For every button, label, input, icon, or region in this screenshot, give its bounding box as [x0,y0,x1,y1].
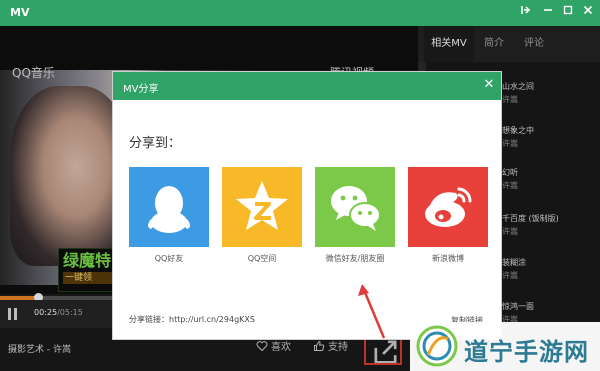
minimize-button[interactable] [540,4,556,20]
mv-player-window: MV QQ音乐 腾讯视频 绿魔特 一键领 00:25/05:15 [0,0,600,371]
close-button[interactable] [580,4,596,20]
window-title: MV [10,6,30,19]
site-watermark: 道宁手游网 [410,322,600,371]
watermark-logo-icon [416,325,458,367]
share-target-label: 微信好友/朋友圈 [325,254,385,263]
share-dialog: MV分享 ✕ 分享到： QQ好友 QQ空间 微信好友/朋友圈 新浪微博 分享链接… [113,72,501,339]
dialog-title: MV分享 [123,84,159,95]
share-wechat-button[interactable] [315,167,395,247]
share-target-label: 新浪微博 [432,254,464,263]
share-target-label: QQ空间 [247,254,277,263]
watermark-text: 道宁手游网 [464,338,589,366]
dialog-close-icon[interactable]: ✕ [482,78,496,92]
share-link-text[interactable]: 分享链接：http://url.cn/294gKXS [129,314,255,325]
pin-icon[interactable] [518,4,534,20]
maximize-button[interactable] [560,4,576,20]
share-weibo-button[interactable] [408,167,488,247]
weibo-icon [425,187,472,227]
title-bar: MV [0,0,600,26]
share-target-label: QQ好友 [154,254,184,263]
wechat-icon [331,186,381,231]
annotation-arrow-icon [358,284,386,339]
share-to-label: 分享到： [129,136,182,151]
qq-penguin-icon [148,186,190,233]
qzone-star-icon [236,181,288,230]
share-qq-friends-button[interactable] [129,167,209,247]
share-qzone-button[interactable] [222,167,302,247]
dialog-header: MV分享 ✕ [113,72,501,100]
